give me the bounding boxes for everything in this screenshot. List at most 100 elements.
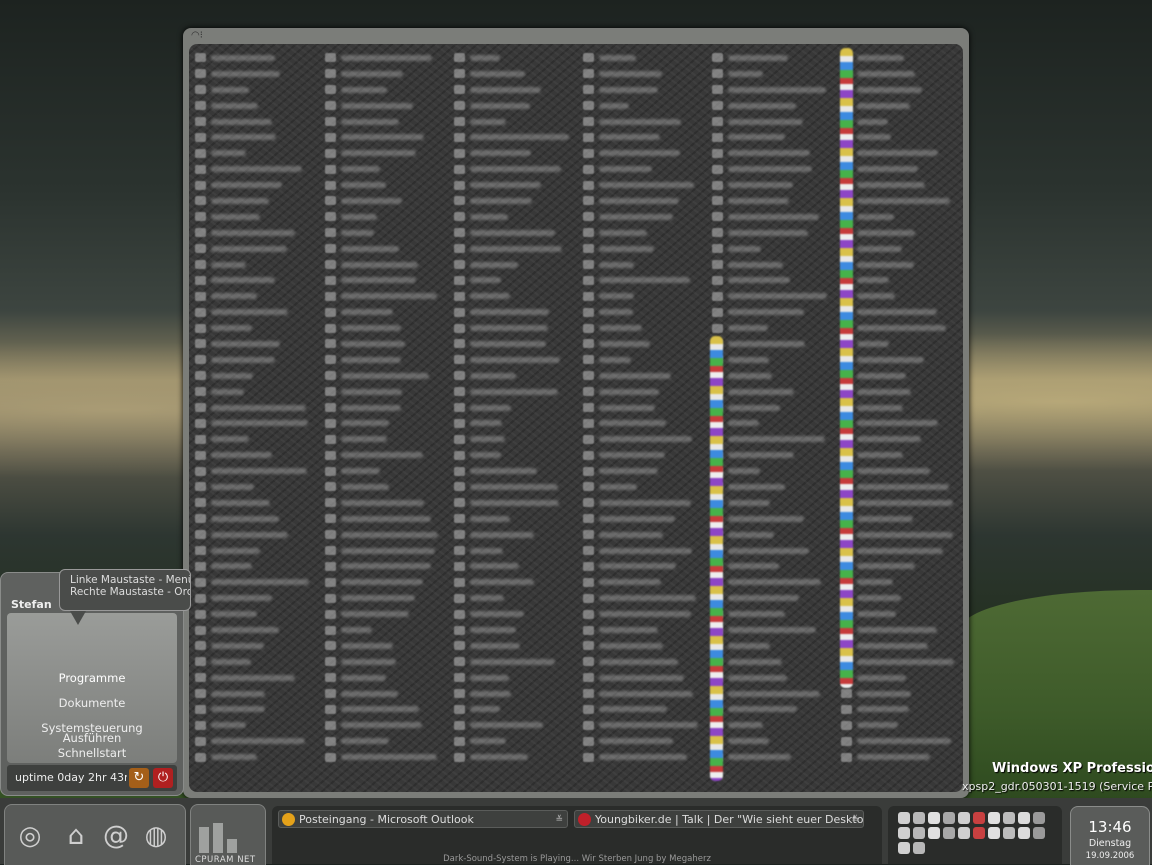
program-entry[interactable] — [325, 622, 450, 638]
program-entry[interactable] — [325, 495, 450, 511]
tray-icon[interactable] — [913, 842, 925, 854]
program-entry[interactable] — [583, 638, 708, 654]
program-entry[interactable] — [841, 145, 963, 161]
program-entry[interactable] — [195, 527, 320, 543]
program-entry[interactable] — [712, 717, 837, 733]
program-entry[interactable] — [583, 606, 708, 622]
program-entry[interactable] — [195, 400, 320, 416]
program-entry[interactable] — [195, 336, 320, 352]
program-entry[interactable] — [454, 415, 579, 431]
program-entry[interactable] — [712, 177, 837, 193]
program-entry[interactable] — [454, 272, 579, 288]
program-entry[interactable] — [325, 241, 450, 257]
program-entry[interactable] — [195, 384, 320, 400]
program-entry[interactable] — [454, 590, 579, 606]
menu-item-ausfuehren[interactable]: Ausführen — [7, 731, 177, 745]
program-entry[interactable] — [454, 463, 579, 479]
program-entry[interactable] — [841, 495, 963, 511]
program-entry[interactable] — [325, 638, 450, 654]
program-entry[interactable] — [195, 686, 320, 702]
tray-icon[interactable] — [1033, 812, 1045, 824]
program-entry[interactable] — [583, 559, 708, 575]
program-entry[interactable] — [583, 590, 708, 606]
program-entry[interactable] — [712, 479, 837, 495]
tray-icon[interactable] — [898, 827, 910, 839]
program-entry[interactable] — [454, 749, 579, 765]
program-entry[interactable] — [712, 431, 837, 447]
program-entry[interactable] — [841, 415, 963, 431]
tray-icon[interactable] — [913, 812, 925, 824]
program-entry[interactable] — [583, 209, 708, 225]
program-entry[interactable] — [841, 717, 963, 733]
program-entry[interactable] — [454, 717, 579, 733]
program-entry[interactable] — [454, 400, 579, 416]
program-entry[interactable] — [841, 114, 963, 130]
program-entry[interactable] — [454, 225, 579, 241]
program-entry[interactable] — [454, 559, 579, 575]
program-entry[interactable] — [195, 145, 320, 161]
program-entry[interactable] — [325, 559, 450, 575]
program-entry[interactable] — [325, 66, 450, 82]
program-entry[interactable] — [841, 527, 963, 543]
program-entry[interactable] — [195, 622, 320, 638]
email-icon[interactable]: @ — [101, 821, 131, 851]
program-entry[interactable] — [325, 654, 450, 670]
program-entry[interactable] — [325, 225, 450, 241]
program-entry[interactable] — [583, 400, 708, 416]
program-entry[interactable] — [841, 559, 963, 575]
program-entry[interactable] — [712, 400, 837, 416]
program-entry[interactable] — [583, 543, 708, 559]
tray-icon[interactable] — [1018, 827, 1030, 839]
program-entry[interactable] — [325, 733, 450, 749]
program-entry[interactable] — [325, 511, 450, 527]
tray-icon[interactable] — [1003, 827, 1015, 839]
program-entry[interactable] — [454, 336, 579, 352]
program-entry[interactable] — [583, 431, 708, 447]
program-entry[interactable] — [712, 527, 837, 543]
program-entry[interactable] — [583, 50, 708, 66]
program-entry[interactable] — [583, 177, 708, 193]
program-entry[interactable] — [195, 272, 320, 288]
clock[interactable]: 13:46 Dienstag 19.09.2006 — [1070, 806, 1150, 865]
program-entry[interactable] — [325, 288, 450, 304]
program-entry[interactable] — [454, 479, 579, 495]
program-entry[interactable] — [195, 415, 320, 431]
program-entry[interactable] — [712, 129, 837, 145]
program-entry[interactable] — [712, 415, 837, 431]
program-entry[interactable] — [841, 304, 963, 320]
program-entry[interactable] — [454, 686, 579, 702]
program-entry[interactable] — [712, 368, 837, 384]
program-entry[interactable] — [712, 606, 837, 622]
program-entry[interactable] — [325, 463, 450, 479]
program-entry[interactable] — [325, 415, 450, 431]
program-entry[interactable] — [841, 574, 963, 590]
tray-icon[interactable] — [958, 827, 970, 839]
program-entry[interactable] — [712, 447, 837, 463]
program-entry[interactable] — [195, 670, 320, 686]
program-entry[interactable] — [583, 82, 708, 98]
program-entry[interactable] — [841, 749, 963, 765]
program-entry[interactable] — [712, 511, 837, 527]
program-entry[interactable] — [195, 193, 320, 209]
program-entry[interactable] — [195, 511, 320, 527]
program-entry[interactable] — [583, 352, 708, 368]
program-entry[interactable] — [454, 670, 579, 686]
start-orb-icon[interactable]: ◎ — [15, 821, 45, 851]
program-entry[interactable] — [841, 368, 963, 384]
program-entry[interactable] — [454, 257, 579, 273]
program-entry[interactable] — [195, 447, 320, 463]
program-entry[interactable] — [325, 114, 450, 130]
program-entry[interactable] — [712, 82, 837, 98]
program-entry[interactable] — [841, 686, 963, 702]
program-entry[interactable] — [841, 543, 963, 559]
menu-item-programme[interactable]: Programme — [7, 671, 177, 685]
program-entry[interactable] — [583, 447, 708, 463]
program-entry[interactable] — [195, 257, 320, 273]
program-entry[interactable] — [583, 304, 708, 320]
tray-icon[interactable] — [973, 827, 985, 839]
program-entry[interactable] — [454, 320, 579, 336]
program-entry[interactable] — [841, 241, 963, 257]
program-entry[interactable] — [583, 702, 708, 718]
menu-item-schnellstart[interactable]: Schnellstart — [7, 746, 177, 760]
program-entry[interactable] — [712, 559, 837, 575]
